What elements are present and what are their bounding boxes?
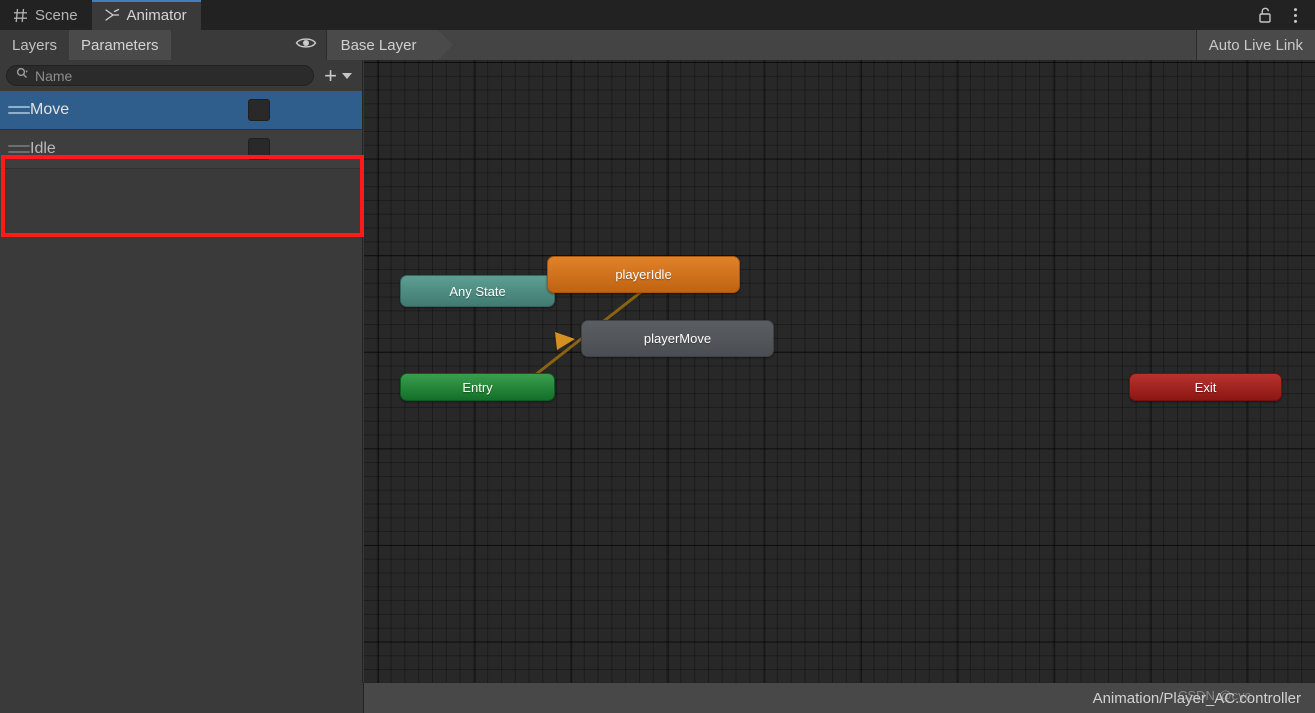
state-machine-canvas[interactable]: Any State playerIdle playerMove Entry Ex… — [364, 60, 1315, 683]
drag-handle-icon[interactable] — [8, 145, 30, 153]
layer-row-idle[interactable]: Idle — [0, 130, 362, 169]
node-player-move[interactable]: playerMove — [581, 320, 774, 357]
breadcrumb-label: Base Layer — [340, 36, 417, 54]
layer-mask-field[interactable] — [248, 99, 270, 121]
layer-list: Move Idle — [0, 91, 362, 169]
tab-animator[interactable]: Animator — [91, 0, 201, 30]
node-label: Exit — [1194, 379, 1217, 395]
layers-panel: Name + Move Idle — [0, 60, 364, 683]
tab-layers-label: Layers — [12, 36, 58, 54]
caret-down-icon[interactable] — [342, 72, 352, 79]
search-icon — [16, 67, 29, 85]
plus-icon: + — [324, 62, 337, 88]
animator-toolbar: Layers Parameters Base Layer Auto Live L… — [0, 30, 1315, 60]
layer-row-move[interactable]: Move — [0, 91, 362, 130]
auto-live-link-label: Auto Live Link — [1208, 36, 1303, 54]
kebab-menu-icon[interactable] — [1285, 5, 1305, 25]
layer-search-row: Name + — [0, 60, 362, 91]
window-tab-bar: Scene Animator — [0, 0, 1315, 30]
unlocked-padlock-icon[interactable] — [1255, 5, 1275, 25]
graph-icon — [104, 7, 120, 23]
node-label: Any State — [449, 283, 506, 299]
node-entry[interactable]: Entry — [400, 373, 555, 401]
transition-edges — [515, 286, 647, 392]
node-player-idle[interactable]: playerIdle — [547, 256, 740, 293]
node-exit[interactable]: Exit — [1129, 373, 1282, 401]
tab-scene-label: Scene — [35, 6, 78, 24]
left-panel-footer — [0, 683, 364, 713]
node-label: playerMove — [643, 331, 712, 346]
window-tab-bar-actions — [1255, 0, 1315, 30]
animator-window: Scene Animator Layers Parameters Base La… — [0, 0, 1315, 713]
tab-parameters[interactable]: Parameters — [69, 30, 171, 60]
layer-visibility-toggle[interactable] — [286, 30, 326, 60]
search-input[interactable]: Name — [6, 65, 315, 86]
tab-parameters-label: Parameters — [81, 36, 159, 54]
drag-handle-icon[interactable] — [8, 106, 30, 114]
grid-icon — [12, 7, 28, 23]
search-placeholder: Name — [35, 67, 73, 84]
tab-animator-label: Animator — [126, 6, 187, 24]
breadcrumb-bar: Base Layer — [325, 30, 1196, 60]
controller-path-label: Animation/Player_AC.controller — [1092, 689, 1301, 707]
layer-name: Move — [30, 101, 70, 118]
node-label: Entry — [462, 379, 493, 395]
node-label: playerIdle — [615, 267, 672, 282]
breadcrumb-base-layer[interactable]: Base Layer — [326, 30, 454, 60]
tab-scene[interactable]: Scene — [0, 0, 92, 30]
status-bar: Animation/Player_AC.controller — [364, 683, 1315, 713]
layer-mask-field[interactable] — [248, 138, 270, 160]
auto-live-link-button[interactable]: Auto Live Link — [1195, 30, 1315, 60]
tab-layers[interactable]: Layers — [0, 30, 69, 60]
layer-name: Idle — [30, 140, 56, 157]
panel-tab-group: Layers Parameters — [0, 30, 171, 60]
node-any-state[interactable]: Any State — [400, 275, 555, 307]
eye-icon — [295, 36, 317, 55]
add-layer-button[interactable]: + — [314, 62, 356, 88]
